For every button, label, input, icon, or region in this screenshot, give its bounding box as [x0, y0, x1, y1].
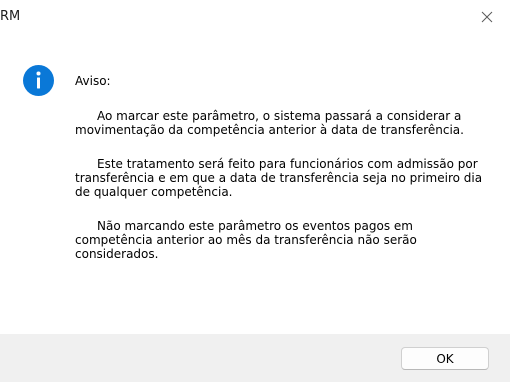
title-bar: RM	[0, 0, 510, 36]
message-paragraph-1: Ao marcar este parâmetro, o sistema pass…	[75, 109, 464, 137]
message-dialog: RM Aviso: Ao marcar este parâmetro, o si…	[0, 0, 510, 382]
dialog-content: Aviso: Ao marcar este parâmetro, o siste…	[0, 36, 510, 334]
ok-button[interactable]: OK	[401, 347, 489, 370]
close-button[interactable]	[464, 0, 510, 34]
info-icon	[23, 65, 54, 96]
message-text: Aviso: Ao marcar este parâmetro, o siste…	[75, 74, 485, 281]
message-paragraph-2: Este tratamento será feito para funcioná…	[75, 157, 483, 199]
window-title: RM	[0, 9, 21, 24]
message-heading: Aviso:	[75, 74, 111, 88]
button-bar: OK	[0, 334, 510, 382]
close-icon	[481, 11, 493, 23]
message-paragraph-3: Não marcando este parâmetro os eventos p…	[75, 219, 417, 261]
